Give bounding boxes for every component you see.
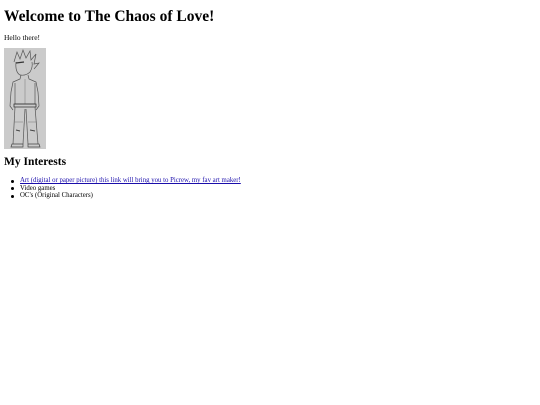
- bullet-icon: [11, 179, 14, 183]
- bullet-icon: [11, 194, 14, 198]
- page-title: Welcome to The Chaos of Love!: [4, 8, 215, 25]
- page: Welcome to The Chaos of Love! Hello ther…: [0, 0, 540, 405]
- character-drawing-image: [4, 48, 46, 149]
- sketch-icon: [4, 48, 46, 149]
- interest-label: OC's (Original Characters): [20, 192, 93, 200]
- interests-list: Art (digital or paper picture) this link…: [4, 177, 241, 200]
- interests-heading: My Interests: [4, 156, 67, 168]
- picrew-link[interactable]: Art (digital or paper picture) this link…: [20, 177, 241, 184]
- list-item: OC's (Original Characters): [4, 192, 241, 200]
- greeting-text: Hello there!: [4, 33, 41, 42]
- bullet-icon: [11, 187, 14, 191]
- interest-label: Video games: [20, 184, 56, 192]
- list-item: Video games: [4, 185, 241, 193]
- list-item: Art (digital or paper picture) this link…: [4, 177, 241, 185]
